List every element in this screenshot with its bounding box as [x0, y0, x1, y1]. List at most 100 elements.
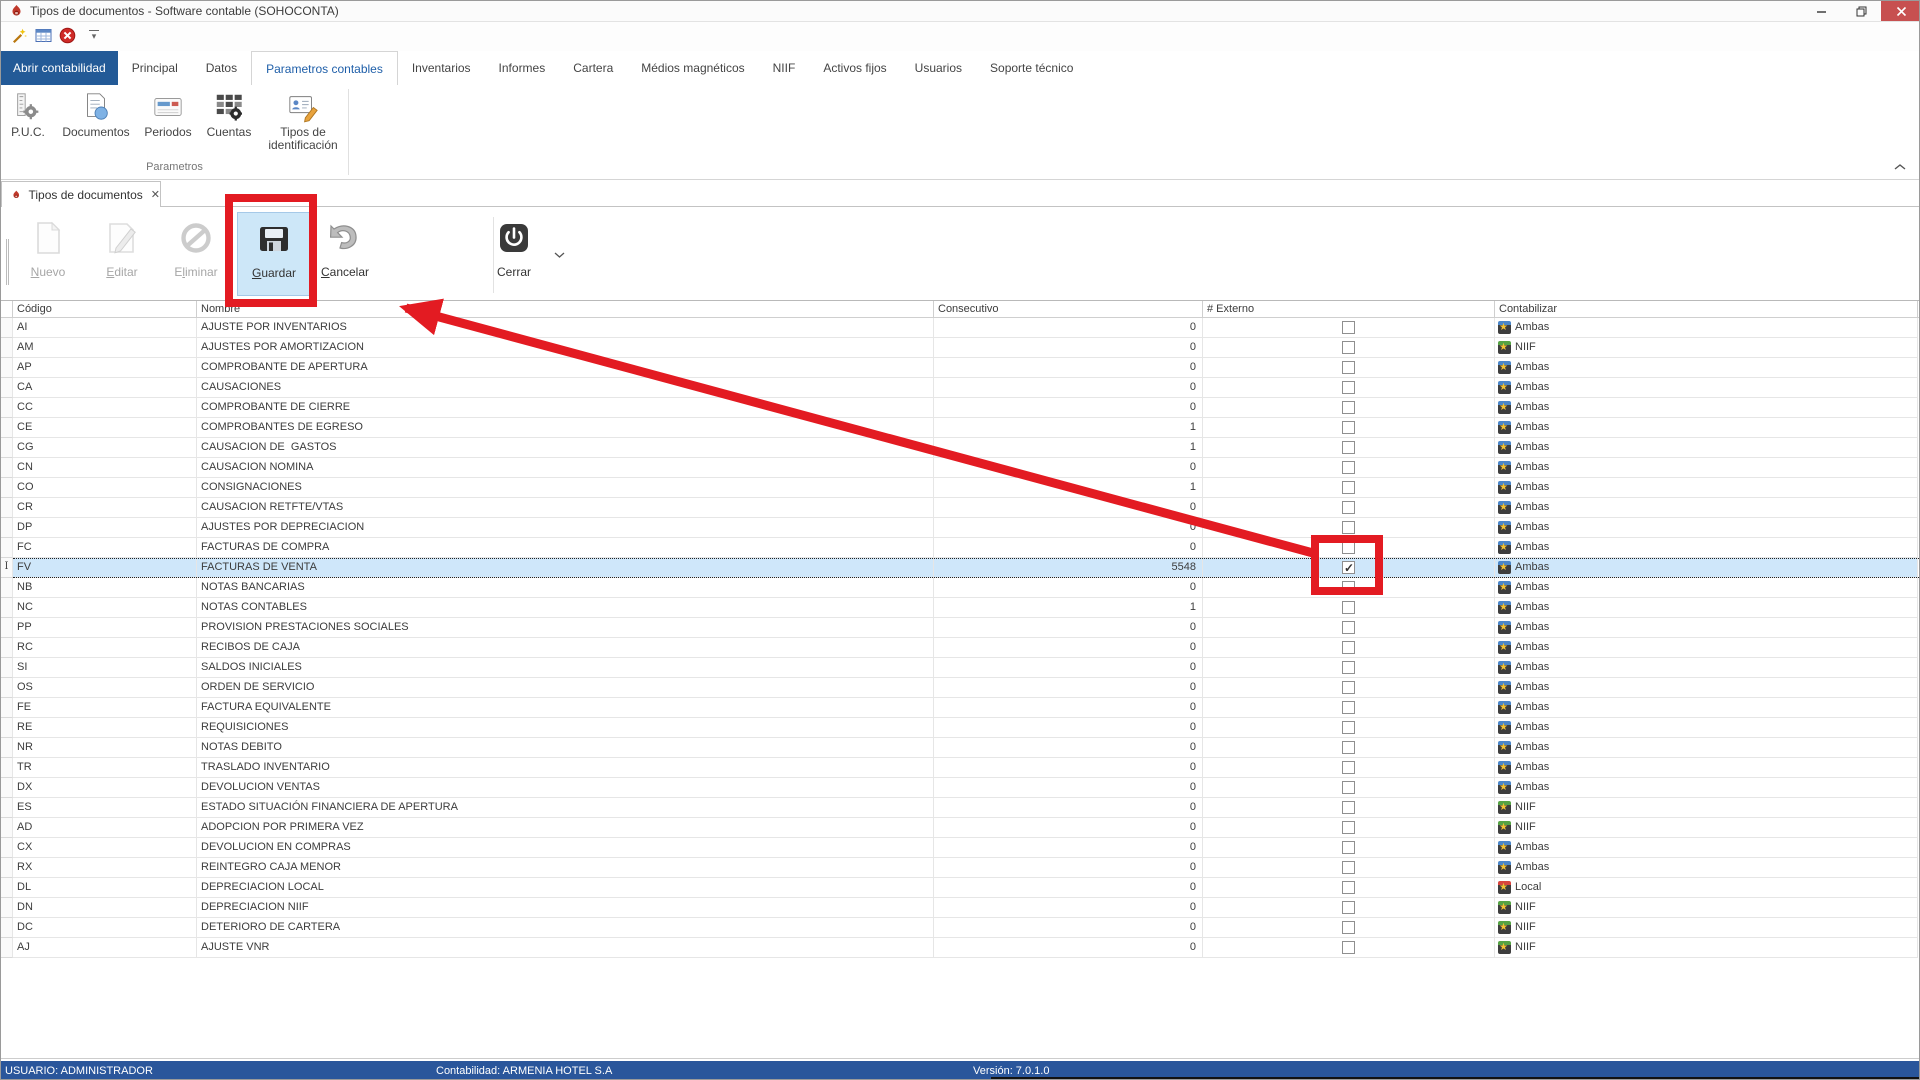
table-row-fv[interactable]: IFVFACTURAS DE VENTA5548Ambas	[1, 558, 1919, 578]
table-row-pp[interactable]: PPPROVISION PRESTACIONES SOCIALES0Ambas	[1, 618, 1919, 638]
ribbon-tab-inventarios[interactable]: Inventarios	[398, 51, 485, 85]
externo-checkbox[interactable]	[1342, 821, 1355, 834]
table-row-aj[interactable]: AJAJUSTE VNR0NIIF	[1, 938, 1919, 958]
externo-checkbox-checked[interactable]	[1342, 561, 1355, 574]
externo-checkbox[interactable]	[1342, 941, 1355, 954]
grid-header-c-digo[interactable]: Código	[13, 301, 197, 317]
externo-checkbox[interactable]	[1342, 901, 1355, 914]
table-row-es[interactable]: ESESTADO SITUACIÓN FINANCIERA DE APERTUR…	[1, 798, 1919, 818]
table-row-si[interactable]: SISALDOS INICIALES0Ambas	[1, 658, 1919, 678]
table-row-fc[interactable]: FCFACTURAS DE COMPRA0Ambas	[1, 538, 1919, 558]
tab-tipos-de-documentos[interactable]: Tipos de documentos ✕	[1, 181, 161, 207]
externo-checkbox[interactable]	[1342, 681, 1355, 694]
table-row-nb[interactable]: NBNOTAS BANCARIAS0Ambas	[1, 578, 1919, 598]
table-row-ap[interactable]: APCOMPROBANTE DE APERTURA0Ambas	[1, 358, 1919, 378]
grid-header-consecutivo[interactable]: Consecutivo	[934, 301, 1203, 317]
externo-checkbox[interactable]	[1342, 481, 1355, 494]
document-tab-close-icon[interactable]: ✕	[151, 188, 160, 201]
table-row-rc[interactable]: RCRECIBOS DE CAJA0Ambas	[1, 638, 1919, 658]
table-icon[interactable]	[35, 27, 52, 44]
ribbon-tab-usuarios[interactable]: Usuarios	[901, 51, 976, 85]
table-row-fe[interactable]: FEFACTURA EQUIVALENTE0Ambas	[1, 698, 1919, 718]
ribbon-button-p-u-c-[interactable]: P.U.C.	[5, 91, 51, 165]
minimize-button[interactable]	[1801, 1, 1841, 21]
externo-checkbox[interactable]	[1342, 641, 1355, 654]
externo-checkbox[interactable]	[1342, 361, 1355, 374]
table-row-dp[interactable]: DPAJUSTES POR DEPRECIACION0Ambas	[1, 518, 1919, 538]
table-row-re[interactable]: REREQUISICIONES0Ambas	[1, 718, 1919, 738]
externo-checkbox[interactable]	[1342, 621, 1355, 634]
cancelar-button[interactable]: Cancelar	[312, 212, 378, 296]
cerrar-dropdown-icon[interactable]	[553, 247, 566, 256]
externo-checkbox[interactable]	[1342, 601, 1355, 614]
externo-checkbox[interactable]	[1342, 501, 1355, 514]
ribbon-tab-datos[interactable]: Datos	[192, 51, 251, 85]
externo-checkbox[interactable]	[1342, 321, 1355, 334]
restore-button[interactable]	[1841, 1, 1881, 21]
externo-checkbox[interactable]	[1342, 841, 1355, 854]
ribbon-button-periodos[interactable]: Periodos	[139, 91, 197, 165]
externo-checkbox[interactable]	[1342, 721, 1355, 734]
externo-checkbox[interactable]	[1342, 661, 1355, 674]
externo-checkbox[interactable]	[1342, 861, 1355, 874]
externo-checkbox[interactable]	[1342, 881, 1355, 894]
ribbon-tab-principal[interactable]: Principal	[118, 51, 192, 85]
externo-checkbox[interactable]	[1342, 761, 1355, 774]
table-row-cn[interactable]: CNCAUSACION NOMINA0Ambas	[1, 458, 1919, 478]
externo-checkbox[interactable]	[1342, 461, 1355, 474]
table-row-dn[interactable]: DNDEPRECIACION NIIF0NIIF	[1, 898, 1919, 918]
collapse-ribbon-icon[interactable]	[1893, 159, 1907, 169]
table-row-tr[interactable]: TRTRASLADO INVENTARIO0Ambas	[1, 758, 1919, 778]
ribbon-tab-informes[interactable]: Informes	[485, 51, 560, 85]
close-button[interactable]	[1881, 1, 1920, 21]
externo-checkbox[interactable]	[1342, 521, 1355, 534]
externo-checkbox[interactable]	[1342, 381, 1355, 394]
table-row-os[interactable]: OSORDEN DE SERVICIO0Ambas	[1, 678, 1919, 698]
eliminar-button[interactable]: Eliminar	[163, 212, 229, 296]
externo-checkbox[interactable]	[1342, 781, 1355, 794]
externo-checkbox[interactable]	[1342, 701, 1355, 714]
ribbon-tab-m-dios-magn-ticos[interactable]: Médios magnéticos	[627, 51, 758, 85]
grid-header--externo[interactable]: # Externo	[1203, 301, 1495, 317]
externo-checkbox[interactable]	[1342, 741, 1355, 754]
table-row-dc[interactable]: DCDETERIORO DE CARTERA0NIIF	[1, 918, 1919, 938]
guardar-button[interactable]: Guardar	[237, 212, 311, 296]
cerrar-button[interactable]: Cerrar	[481, 212, 547, 296]
ribbon-button-tipos-de-identificaci-n[interactable]: Tipos de identificación	[261, 91, 345, 165]
externo-checkbox[interactable]	[1342, 801, 1355, 814]
externo-checkbox[interactable]	[1342, 921, 1355, 934]
nuevo-button[interactable]: Nuevo	[15, 212, 81, 296]
ribbon-button-cuentas[interactable]: Cuentas	[199, 91, 259, 165]
table-row-cr[interactable]: CRCAUSACION RETFTE/VTAS0Ambas	[1, 498, 1919, 518]
ribbon-tab-soporte-t-cnico[interactable]: Soporte técnico	[976, 51, 1087, 85]
ribbon-tab-cartera[interactable]: Cartera	[559, 51, 627, 85]
table-row-cx[interactable]: CXDEVOLUCION EN COMPRAS0Ambas	[1, 838, 1919, 858]
table-row-cc[interactable]: CCCOMPROBANTE DE CIERRE0Ambas	[1, 398, 1919, 418]
table-row-ce[interactable]: CECOMPROBANTES DE EGRESO1Ambas	[1, 418, 1919, 438]
table-row-dx[interactable]: DXDEVOLUCION VENTAS0Ambas	[1, 778, 1919, 798]
wizard-icon[interactable]	[11, 27, 28, 44]
externo-checkbox[interactable]	[1342, 541, 1355, 554]
table-row-co[interactable]: COCONSIGNACIONES1Ambas	[1, 478, 1919, 498]
table-row-ca[interactable]: CACAUSACIONES0Ambas	[1, 378, 1919, 398]
table-row-nc[interactable]: NCNOTAS CONTABLES1Ambas	[1, 598, 1919, 618]
table-row-am[interactable]: AMAJUSTES POR AMORTIZACION0NIIF	[1, 338, 1919, 358]
grid-header-contabilizar[interactable]: Contabilizar	[1495, 301, 1918, 317]
qat-more-icon[interactable]: ▾	[89, 30, 99, 42]
table-row-ad[interactable]: ADADOPCION POR PRIMERA VEZ0NIIF	[1, 818, 1919, 838]
ribbon-tab-niif[interactable]: NIIF	[759, 51, 810, 85]
ribbon-tab-activos-fijos[interactable]: Activos fijos	[809, 51, 900, 85]
close-circle-icon[interactable]	[59, 27, 76, 44]
table-row-dl[interactable]: DLDEPRECIACION LOCAL0Local	[1, 878, 1919, 898]
table-row-rx[interactable]: RXREINTEGRO CAJA MENOR0Ambas	[1, 858, 1919, 878]
ribbon-button-documentos[interactable]: Documentos	[55, 91, 137, 165]
ribbon-tab-abrir-contabilidad[interactable]: Abrir contabilidad	[1, 51, 118, 85]
externo-checkbox[interactable]	[1342, 421, 1355, 434]
ribbon-tab-parametros-contables[interactable]: Parametros contables	[251, 51, 398, 85]
externo-checkbox[interactable]	[1342, 581, 1355, 594]
grid-header-nombre[interactable]: Nombre	[197, 301, 934, 317]
externo-checkbox[interactable]	[1342, 401, 1355, 414]
toolbar-grip[interactable]	[6, 239, 9, 285]
externo-checkbox[interactable]	[1342, 441, 1355, 454]
table-row-ai[interactable]: AIAJUSTE POR INVENTARIOS0Ambas	[1, 318, 1919, 338]
